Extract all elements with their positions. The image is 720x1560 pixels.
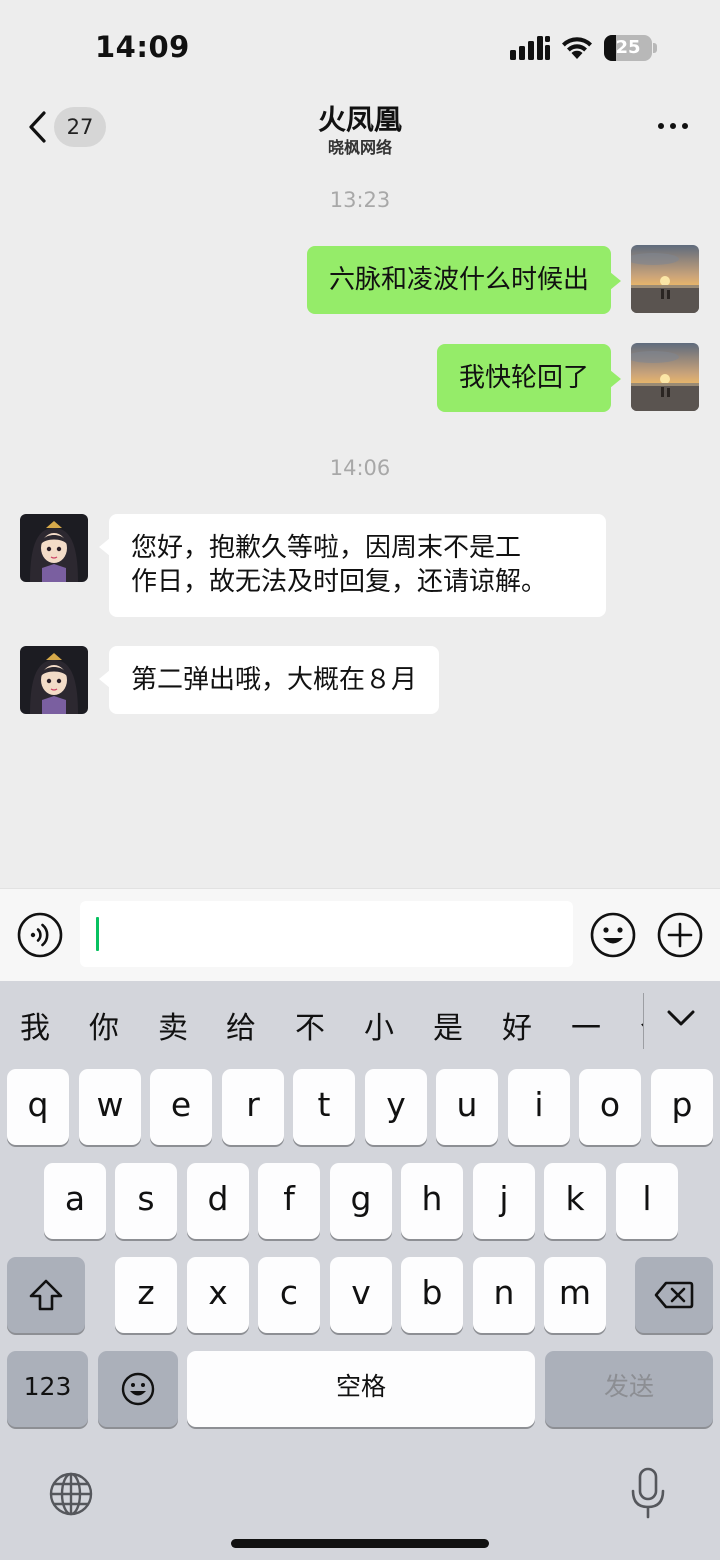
shift-arrow-icon xyxy=(29,1279,63,1311)
sunset-beach-avatar-icon xyxy=(631,343,699,411)
key-r[interactable]: r xyxy=(222,1069,284,1145)
key-m[interactable]: m xyxy=(544,1257,606,1333)
message-bubble-outgoing[interactable]: 六脉和凌波什么时候出 xyxy=(306,246,622,314)
key-l[interactable]: l xyxy=(616,1163,678,1239)
candidate-word[interactable]: 给 xyxy=(221,1003,261,1047)
voice-icon xyxy=(17,912,63,958)
message-row-incoming: 您好，抱歉久等啦，因周末不是工 作日，故无法及时回复，还请谅解。 xyxy=(0,514,720,618)
message-input-bar xyxy=(0,888,720,981)
key-u[interactable]: u xyxy=(436,1069,498,1145)
user-avatar[interactable] xyxy=(631,245,699,313)
status-bar: 14:09 25 xyxy=(0,0,720,90)
backspace-icon xyxy=(654,1281,694,1309)
key-f[interactable]: f xyxy=(258,1163,320,1239)
message-bubble-outgoing[interactable]: 我快轮回了 xyxy=(436,344,622,412)
candidate-word[interactable]: 一 xyxy=(566,1003,606,1047)
message-line: 作日，故无法及时回复，还请谅解。 xyxy=(131,567,548,597)
key-x[interactable]: x xyxy=(187,1257,249,1333)
key-c[interactable]: c xyxy=(258,1257,320,1333)
candidate-word[interactable]: 不 xyxy=(290,1003,330,1047)
candidate-word[interactable]: 卖 xyxy=(153,1003,193,1047)
globe-icon[interactable] xyxy=(48,1471,94,1517)
more-functions-button[interactable] xyxy=(656,911,704,959)
key-o[interactable]: o xyxy=(579,1069,641,1145)
message-row-incoming: 第二弹出哦，大概在８月 xyxy=(0,646,720,716)
chat-subtitle: 晓枫网络 xyxy=(327,138,392,157)
key-t[interactable]: t xyxy=(293,1069,355,1145)
key-q[interactable]: q xyxy=(7,1069,69,1145)
key-v[interactable]: v xyxy=(330,1257,392,1333)
key-d[interactable]: d xyxy=(187,1163,249,1239)
anime-girl-avatar-icon xyxy=(20,646,88,714)
candidate-word[interactable]: 小 xyxy=(359,1003,399,1047)
more-options-button[interactable] xyxy=(650,108,696,142)
message-timestamp: 13:23 xyxy=(329,188,391,212)
key-y[interactable]: y xyxy=(365,1069,427,1145)
candidate-word[interactable]: 个 xyxy=(635,1003,643,1047)
key-j[interactable]: j xyxy=(473,1163,535,1239)
space-key[interactable]: 空格 xyxy=(187,1351,535,1427)
key-z[interactable]: z xyxy=(115,1257,177,1333)
candidate-word[interactable]: 我 xyxy=(15,1003,55,1047)
key-i[interactable]: i xyxy=(508,1069,570,1145)
message-timestamp: 14:06 xyxy=(329,456,391,480)
microphone-icon[interactable] xyxy=(630,1467,666,1519)
key-s[interactable]: s xyxy=(115,1163,177,1239)
message-input[interactable] xyxy=(80,901,573,967)
cellular-signal-icon xyxy=(510,36,550,60)
chat-header: 27 火凤凰 晓枫网络 xyxy=(0,90,720,165)
voice-input-button[interactable] xyxy=(16,911,64,959)
candidate-bar: 我 你 卖 给 不 小 是 好 一 个 xyxy=(0,981,720,1059)
message-line: 您好，抱歉久等啦，因周末不是工 xyxy=(131,533,522,563)
smiley-face-icon xyxy=(590,912,636,958)
battery-icon: 25 xyxy=(604,35,657,61)
candidate-word[interactable]: 是 xyxy=(428,1003,468,1047)
emoji-button[interactable] xyxy=(589,911,637,959)
candidate-word[interactable]: 你 xyxy=(84,1003,124,1047)
candidate-word[interactable]: 好 xyxy=(497,1003,537,1047)
message-bubble-incoming[interactable]: 第二弹出哦，大概在８月 xyxy=(98,646,440,714)
send-key[interactable]: 发送 xyxy=(545,1351,713,1427)
backspace-key[interactable] xyxy=(635,1257,713,1333)
message-bubble-incoming[interactable]: 您好，抱歉久等啦，因周末不是工 作日，故无法及时回复，还请谅解。 xyxy=(99,514,606,617)
contact-avatar[interactable] xyxy=(20,514,88,582)
message-row-outgoing: 六脉和凌波什么时候出 xyxy=(0,245,720,315)
key-b[interactable]: b xyxy=(401,1257,463,1333)
key-e[interactable]: e xyxy=(150,1069,212,1145)
text-caret xyxy=(96,917,99,951)
emoji-key[interactable] xyxy=(98,1351,178,1427)
battery-level: 25 xyxy=(615,37,641,58)
plus-circle-icon xyxy=(657,912,703,958)
anime-girl-avatar-icon xyxy=(20,514,88,582)
keyboard: 我 你 卖 给 不 小 是 好 一 个 q w e r t y u i o p … xyxy=(0,981,720,1560)
key-g[interactable]: g xyxy=(330,1163,392,1239)
wifi-icon xyxy=(562,37,592,59)
key-w[interactable]: w xyxy=(79,1069,141,1145)
key-n[interactable]: n xyxy=(473,1257,535,1333)
chat-title: 火凤凰 xyxy=(317,103,402,136)
key-h[interactable]: h xyxy=(401,1163,463,1239)
key-k[interactable]: k xyxy=(544,1163,606,1239)
status-time: 14:09 xyxy=(95,30,190,64)
key-p[interactable]: p xyxy=(651,1069,713,1145)
contact-avatar[interactable] xyxy=(20,646,88,714)
sunset-beach-avatar-icon xyxy=(631,245,699,313)
home-indicator[interactable] xyxy=(231,1539,489,1548)
key-a[interactable]: a xyxy=(44,1163,106,1239)
message-row-outgoing: 我快轮回了 xyxy=(0,343,720,413)
user-avatar[interactable] xyxy=(631,343,699,411)
emoji-icon xyxy=(121,1372,155,1406)
chevron-down-icon[interactable] xyxy=(664,1003,698,1033)
shift-key[interactable] xyxy=(7,1257,85,1333)
numbers-key[interactable]: 123 xyxy=(7,1351,88,1427)
